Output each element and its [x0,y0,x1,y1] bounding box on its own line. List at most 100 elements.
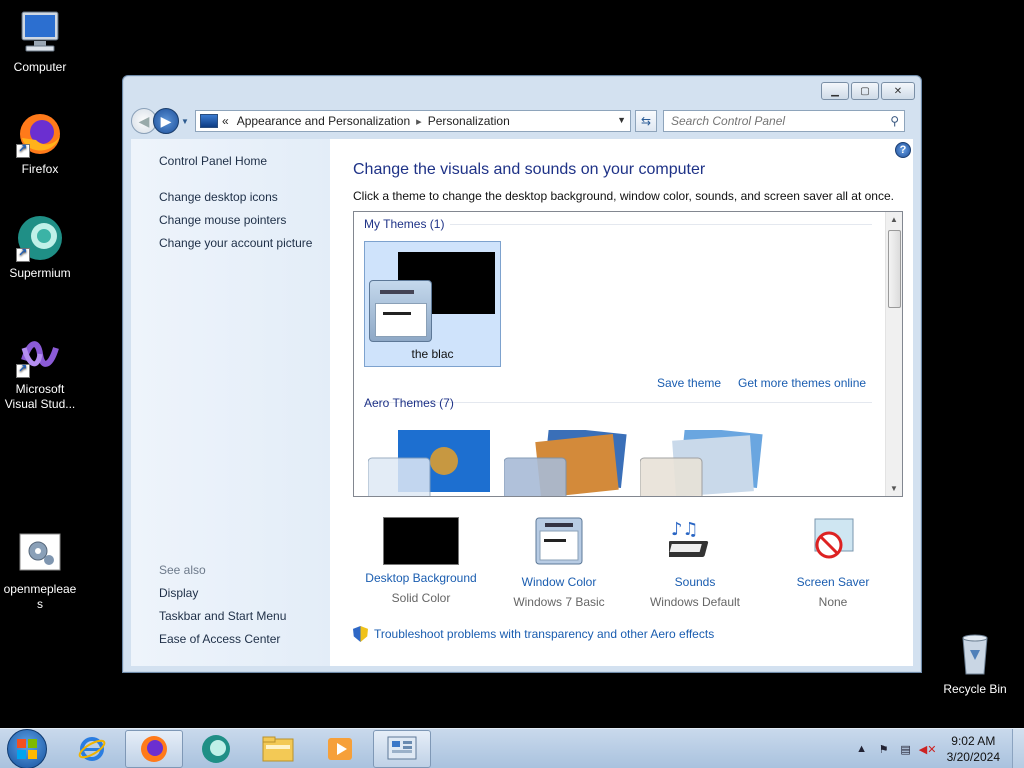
setting-value: Windows 7 Basic [513,595,605,609]
taskbar-internet-explorer[interactable] [63,730,121,768]
group-divider [450,224,872,225]
computer-icon [16,8,64,56]
theme-list[interactable]: My Themes (1) the blac Save theme Get mo… [353,211,903,497]
see-also-taskbar[interactable]: Taskbar and Start Menu [159,609,286,623]
setting-value: None [818,595,848,609]
gear-document-icon [16,530,64,578]
breadcrumb-appearance[interactable]: Appearance and Personalization [237,114,410,128]
desktop-icon-recycle-bin[interactable]: Recycle Bin [935,630,1015,697]
window-color-setting[interactable]: Window Color Windows 7 Basic [489,517,629,609]
theme-tile-selected[interactable]: the blac [364,241,501,367]
screen-saver-setting[interactable]: Screen Saver None [763,517,903,609]
page-description: Click a theme to change the desktop back… [353,189,894,203]
preview-title-bar [380,290,414,294]
desktop-icon-label: Computer [13,60,67,74]
sidebar-change-account-picture[interactable]: Change your account picture [159,236,312,250]
troubleshoot-row[interactable]: Troubleshoot problems with transparency … [353,626,714,642]
preview-window [375,303,427,337]
desktop-icon-visual-studio[interactable]: Microsoft Visual Stud... [0,330,80,412]
setting-label[interactable]: Screen Saver [763,575,903,589]
troubleshoot-link[interactable]: Troubleshoot problems with transparency … [374,627,714,641]
search-icon[interactable]: ⚲ [890,114,899,128]
scroll-thumb[interactable] [888,230,901,308]
aero-theme-characters[interactable] [639,426,770,496]
breadcrumb-chevron[interactable]: « [222,114,229,128]
volume-muted-icon[interactable]: ◀✕ [919,743,937,756]
taskbar: ▲ ⚑ ▤ ◀✕ 9:02 AM 3/20/2024 [0,728,1024,768]
sounds-icon: ♪♫ [664,517,721,569]
screen-saver-icon [809,517,857,569]
page-title: Change the visuals and sounds on your co… [353,161,706,178]
desktop-icon-computer[interactable]: Computer [0,8,80,75]
content-area: Control Panel Home Change desktop icons … [131,139,913,666]
aero-themes-label: Aero Themes (7) [364,396,454,410]
address-dropdown-icon[interactable]: ▼ [617,115,626,125]
aero-theme-architecture[interactable] [503,426,634,496]
my-themes-label: My Themes (1) [364,217,445,231]
show-desktop-button[interactable] [1012,729,1024,768]
scroll-up-arrow-icon[interactable]: ▲ [890,215,898,224]
help-icon[interactable]: ? [895,142,911,158]
window-controls: ▁ ▢ ✕ [821,82,915,100]
desktop-icon-supermium[interactable]: Supermium [0,214,80,281]
taskbar-supermium[interactable] [187,730,245,768]
desktop-background-icon [383,517,459,565]
desktop-icon-label: Supermium [9,266,71,280]
personalization-window: ▁ ▢ ✕ ◀ ▶ ▼ « Appearance and Personaliza… [122,75,922,673]
firefox-icon [141,735,167,762]
taskbar-control-panel[interactable] [373,729,431,768]
breadcrumb-personalization[interactable]: Personalization [428,114,510,128]
minimize-button[interactable]: ▁ [821,82,849,100]
show-hidden-icons-icon[interactable]: ▲ [853,743,871,755]
setting-label[interactable]: Desktop Background [351,571,491,585]
sidebar-change-mouse-pointers[interactable]: Change mouse pointers [159,213,286,227]
get-more-themes-link[interactable]: Get more themes online [738,376,866,390]
see-also-ease-of-access[interactable]: Ease of Access Center [159,632,280,646]
clock-time: 9:02 AM [951,734,996,748]
network-icon[interactable]: ▤ [897,743,915,756]
aero-theme-windows7[interactable] [367,430,498,496]
desktop-background-setting[interactable]: Desktop Background Solid Color [351,517,491,605]
window-color-icon [535,517,583,569]
scroll-down-arrow-icon[interactable]: ▼ [890,484,898,493]
sidebar-control-panel-home[interactable]: Control Panel Home [159,154,267,168]
action-center-flag-icon[interactable]: ⚑ [875,743,893,756]
start-button[interactable] [7,728,47,768]
desktop-icon-firefox[interactable]: Firefox [0,110,80,177]
taskbar-firefox[interactable] [125,729,183,768]
breadcrumb-separator[interactable]: ▸ [416,115,422,128]
internet-explorer-icon [78,736,106,761]
address-bar[interactable]: « Appearance and Personalization ▸ Perso… [195,110,631,132]
clock-date: 3/20/2024 [946,750,1000,764]
shortcut-arrow-icon [16,142,30,158]
windows-logo-icon [17,738,37,759]
desktop-icon-label: Recycle Bin [943,682,1007,696]
setting-label[interactable]: Sounds [625,575,765,589]
sidebar-change-desktop-icons[interactable]: Change desktop icons [159,190,278,204]
taskbar-media-player[interactable] [311,730,369,768]
see-also-heading: See also [159,563,206,577]
system-tray: ▲ ⚑ ▤ ◀✕ 9:02 AM 3/20/2024 [853,729,1024,768]
see-also-display[interactable]: Display [159,586,198,600]
forward-button[interactable]: ▶ [153,108,179,134]
taskbar-file-explorer[interactable] [249,730,307,768]
theme-list-scrollbar[interactable]: ▲ ▼ [885,212,902,496]
title-bar[interactable] [123,76,921,106]
clock[interactable]: 9:02 AM 3/20/2024 [947,733,1000,765]
recent-pages-dropdown[interactable]: ▼ [181,117,191,126]
search-box[interactable]: ⚲ [663,110,905,132]
setting-label[interactable]: Window Color [489,575,629,589]
refresh-button[interactable]: ⇆ [635,110,657,132]
maximize-button[interactable]: ▢ [851,82,879,100]
search-input[interactable] [671,114,871,128]
control-panel-icon [200,114,218,128]
setting-value: Solid Color [391,591,451,605]
save-theme-link[interactable]: Save theme [657,376,721,390]
preview-text-bar [383,312,411,315]
desktop-icon-label: Microsoft Visual Stud... [4,382,76,411]
sounds-setting[interactable]: ♪♫ Sounds Windows Default [625,517,765,609]
desktop-icon-openmepleaes[interactable]: openmepleaes [0,530,80,612]
firefox-icon [16,110,64,158]
close-button[interactable]: ✕ [881,82,915,100]
setting-value: Windows Default [649,595,741,609]
